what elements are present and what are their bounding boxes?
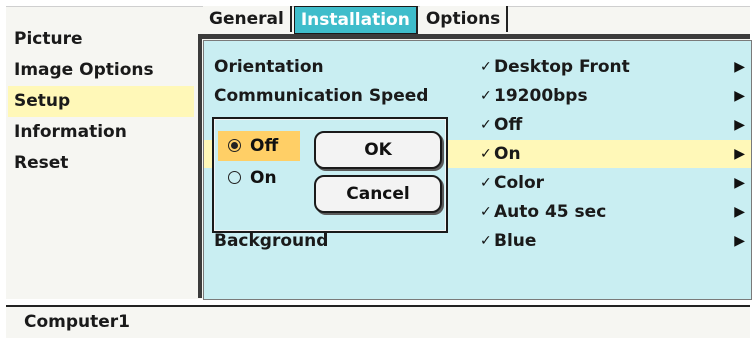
arrow-right-icon[interactable]: ▶ <box>734 227 745 255</box>
setting-label: Communication Speed <box>214 86 429 106</box>
radio-selected-icon[interactable] <box>228 139 241 152</box>
sidebar-item-image-options[interactable]: Image Options <box>8 55 194 86</box>
setting-value: Off <box>494 115 523 135</box>
arrow-right-icon[interactable]: ▶ <box>734 53 745 81</box>
setting-row-communication-speed[interactable]: Communication Speed ✓ 19200bps ▶ <box>204 82 751 110</box>
check-icon: ✓ <box>480 59 492 75</box>
arrow-right-icon[interactable]: ▶ <box>734 198 745 226</box>
setting-value: Color <box>494 173 545 193</box>
radio-option-off[interactable]: Off <box>218 131 300 161</box>
radio-label: On <box>250 168 277 188</box>
sidebar-item-reset[interactable]: Reset <box>8 148 194 179</box>
setting-value: 19200bps <box>494 86 588 106</box>
arrow-right-icon[interactable]: ▶ <box>734 111 745 139</box>
check-icon: ✓ <box>480 175 492 191</box>
setting-value: Desktop Front <box>494 57 630 77</box>
radio-option-on[interactable]: On <box>218 163 300 193</box>
arrow-right-icon[interactable]: ▶ <box>734 82 745 110</box>
setting-value: On <box>494 144 521 164</box>
sidebar-menu: Picture Image Options Setup Information … <box>8 24 194 179</box>
setting-value: Auto 45 sec <box>494 202 607 222</box>
sidebar-item-information[interactable]: Information <box>8 117 194 148</box>
check-icon: ✓ <box>480 88 492 104</box>
radio-unselected-icon[interactable] <box>228 171 241 184</box>
confirm-dialog: Off On OK Cancel <box>212 117 448 233</box>
check-icon: ✓ <box>480 233 492 249</box>
arrow-right-icon[interactable]: ▶ <box>734 140 745 168</box>
ok-button[interactable]: OK <box>314 131 442 169</box>
panel-shadow-top <box>198 34 750 39</box>
arrow-right-icon[interactable]: ▶ <box>734 169 745 197</box>
tab-general[interactable]: General <box>203 6 292 32</box>
panel-shadow-left <box>198 34 202 298</box>
radio-label: Off <box>250 136 279 156</box>
status-bar: Computer1 <box>6 305 750 338</box>
check-icon: ✓ <box>480 204 492 220</box>
input-source-label: Computer1 <box>24 312 131 332</box>
check-icon: ✓ <box>480 146 492 162</box>
setting-value: Blue <box>494 231 537 251</box>
cancel-button[interactable]: Cancel <box>314 175 442 213</box>
tab-installation[interactable]: Installation <box>293 6 418 34</box>
sidebar-item-setup[interactable]: Setup <box>8 86 194 117</box>
sidebar-item-picture[interactable]: Picture <box>8 24 194 55</box>
tab-bar: General Installation Options <box>203 6 510 34</box>
setting-label: Orientation <box>214 57 324 77</box>
check-icon: ✓ <box>480 117 492 133</box>
setting-row-orientation[interactable]: Orientation ✓ Desktop Front ▶ <box>204 53 751 81</box>
tab-options[interactable]: Options <box>419 6 509 32</box>
